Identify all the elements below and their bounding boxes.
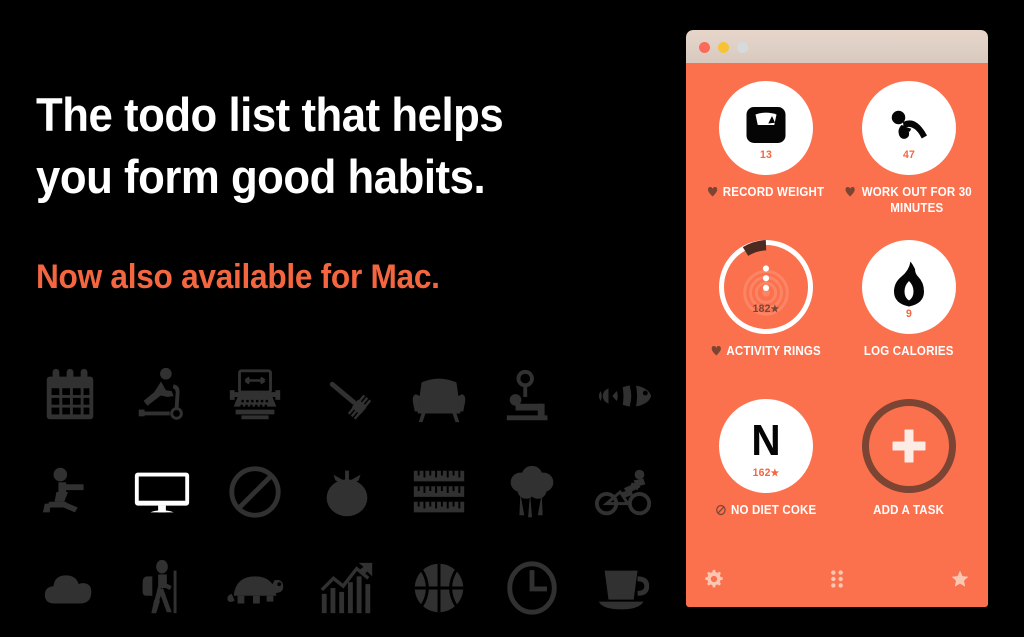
habit-star: ★ (770, 468, 779, 479)
toothbrush-icon (316, 365, 378, 427)
favorites-button[interactable] (950, 569, 970, 589)
page-subheadline: Now also available for Mac. (36, 258, 440, 296)
plus-icon (885, 422, 933, 470)
habit-label: Activity Rings (710, 343, 820, 359)
habit-label: Log Calories (864, 343, 954, 359)
heart-icon (707, 186, 718, 198)
habit-label-text: No Diet Coke (730, 503, 816, 517)
window-controls (699, 42, 748, 53)
window-title-bar[interactable] (686, 30, 988, 63)
habit-disc[interactable]: N 162★ (718, 399, 813, 493)
habit-label: Add a task (873, 502, 944, 518)
scooter-icon (131, 365, 193, 427)
grid-view-button[interactable] (829, 568, 845, 590)
letter-n-icon: N (750, 416, 781, 465)
habit-label-text: Record Weight (722, 185, 825, 199)
sit-up-icon (885, 101, 933, 149)
close-button[interactable] (699, 42, 710, 53)
app-content: 13 Record Weight (686, 63, 988, 607)
clock-icon (501, 557, 563, 619)
add-task-button[interactable] (861, 399, 956, 493)
habit-count: 182★ (726, 303, 806, 315)
habit-count-value: 9 (905, 308, 912, 320)
typewriter-icon (224, 365, 286, 427)
habit-count: 13 (721, 149, 810, 161)
habit-label-text: Work out for 30 minutes (861, 185, 972, 215)
habit-label: Work out for 30 minutes (844, 184, 973, 216)
habit-count: 47 (864, 149, 953, 161)
gear-icon (704, 569, 724, 589)
coffee-cup-icon (593, 557, 655, 619)
hiker-icon (131, 557, 193, 619)
broccoli-icon (501, 461, 563, 523)
app-toolbar (686, 551, 988, 607)
page-headline: The todo list that helps you form good h… (36, 88, 504, 203)
habit-disc[interactable]: 47 (861, 81, 956, 175)
star-icon (950, 569, 970, 589)
settings-button[interactable] (704, 569, 724, 589)
habit-disc[interactable]: 182★ (718, 240, 813, 334)
calendar-icon (39, 365, 101, 427)
habit-star: ★ (770, 304, 779, 315)
habit-icon-gallery (24, 348, 670, 636)
habit-count-value: 47 (902, 149, 915, 161)
habit-label-text: Log Calories (863, 344, 954, 358)
habit-item-activity-rings[interactable]: 182★ Activity Rings (694, 236, 837, 395)
habit-item-log-calories[interactable]: 9 Log Calories (837, 236, 980, 395)
prohibition-icon (224, 461, 286, 523)
habit-label: Record Weight (707, 184, 824, 200)
habit-item-no-diet-coke[interactable]: N 162★ No Diet Coke (694, 395, 837, 554)
habit-label: No Diet Coke (715, 502, 816, 518)
stretching-person-icon (39, 461, 101, 523)
heart-icon (844, 186, 855, 198)
measuring-tape-icon (408, 461, 470, 523)
basketball-icon (408, 557, 470, 619)
monitor-icon (131, 461, 193, 523)
habit-grid: 13 Record Weight (686, 77, 988, 554)
marketing-panel: The todo list that helps you form good h… (0, 0, 686, 637)
grid-dots-icon (829, 568, 845, 590)
habit-count: 162★ (721, 467, 810, 479)
clownfish-icon (593, 365, 655, 427)
armchair-icon (408, 365, 470, 427)
minimize-button[interactable] (718, 42, 729, 53)
bicycle-icon (593, 461, 655, 523)
habit-count: 9 (864, 308, 953, 320)
growth-chart-icon (316, 557, 378, 619)
habit-label-text: Add a task (872, 503, 945, 517)
habit-item-record-weight[interactable]: 13 Record Weight (694, 77, 837, 236)
habit-count-value: 162 (752, 467, 771, 479)
cloud-icon (39, 557, 101, 619)
habit-count-value: 13 (759, 149, 772, 161)
habit-label-text: Activity Rings (726, 344, 821, 358)
habit-item-add-a-task[interactable]: Add a task (837, 395, 980, 554)
app-window: 13 Record Weight (686, 30, 988, 607)
bathroom-scale-icon (742, 101, 790, 149)
prohibition-icon (715, 504, 726, 516)
habit-disc[interactable]: 9 (861, 240, 956, 334)
zoom-button[interactable] (737, 42, 748, 53)
heart-icon (710, 345, 721, 357)
habit-item-work-out[interactable]: 47 Work out for 30 minutes (837, 77, 980, 236)
activity-rings-icon (724, 245, 808, 329)
bench-press-icon (501, 365, 563, 427)
habit-disc[interactable]: 13 (718, 81, 813, 175)
flame-icon (885, 260, 933, 308)
tomato-icon (316, 461, 378, 523)
turtle-icon (224, 557, 286, 619)
habit-count-value: 182 (752, 303, 771, 315)
